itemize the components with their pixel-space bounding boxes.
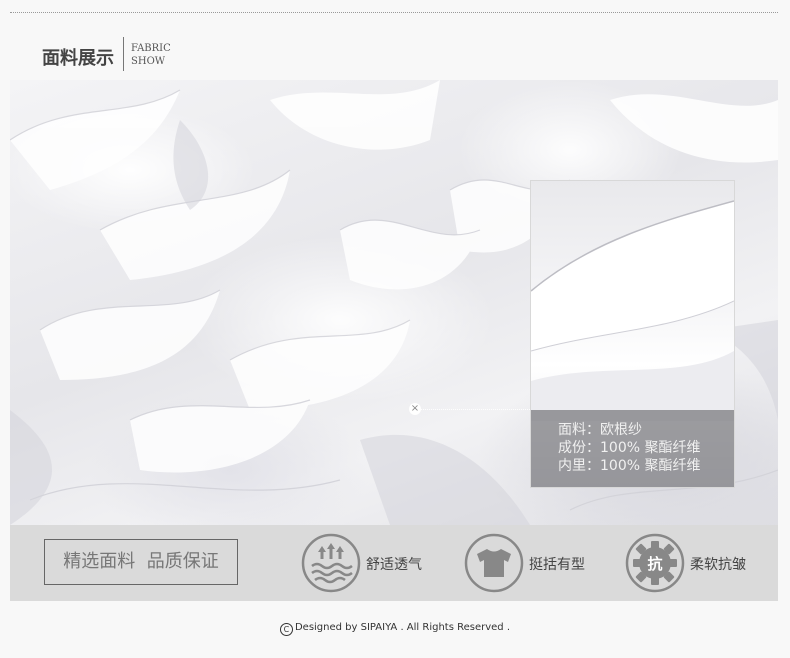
feature-label-structured: 挺括有型	[529, 557, 585, 573]
section-title-english: FABRIC SHOW	[131, 42, 171, 68]
features-bar: 精选面料 品质保证 舒适透气 挺括有型 抗 柔软抗皱	[10, 525, 778, 601]
fabric-lining: 内里：100% 聚酯纤维	[558, 458, 701, 474]
fabric-info-panel: 面料：欧根纱 成份：100% 聚酯纤维 内里：100% 聚酯纤维	[531, 410, 734, 487]
gear-kang-glyph: 抗	[647, 555, 662, 573]
tshirt-icon	[464, 533, 524, 593]
callout-pointer-line	[415, 409, 530, 410]
copyright-icon: C	[279, 623, 293, 636]
breathable-arrows-icon	[301, 533, 361, 593]
feature-label-breathable: 舒适透气	[366, 557, 422, 573]
fabric-composition: 成份：100% 聚酯纤维	[558, 440, 701, 456]
quality-slogan: 精选面料 品质保证	[44, 539, 238, 585]
title-en-line-1: FABRIC	[131, 43, 171, 54]
callout-marker-icon: ×	[409, 403, 421, 415]
title-divider	[123, 37, 124, 71]
feature-label-wrinkle-resistant: 柔软抗皱	[690, 557, 746, 573]
footer-text: Designed by SIPAIYA . All Rights Reserve…	[294, 622, 511, 633]
section-title: 面料展示	[42, 48, 114, 69]
top-dotted-divider	[10, 12, 778, 13]
fabric-material: 面料：欧根纱	[558, 422, 642, 438]
gear-kang-icon: 抗	[625, 533, 685, 593]
fabric-closeup-inset: 面料：欧根纱 成份：100% 聚酯纤维 内里：100% 聚酯纤维	[530, 180, 735, 488]
fabric-photo: 面料：欧根纱 成份：100% 聚酯纤维 内里：100% 聚酯纤维 ×	[10, 80, 778, 525]
footer: C Designed by SIPAIYA . All Rights Reserv…	[0, 620, 790, 636]
title-en-line-2: SHOW	[131, 56, 166, 67]
